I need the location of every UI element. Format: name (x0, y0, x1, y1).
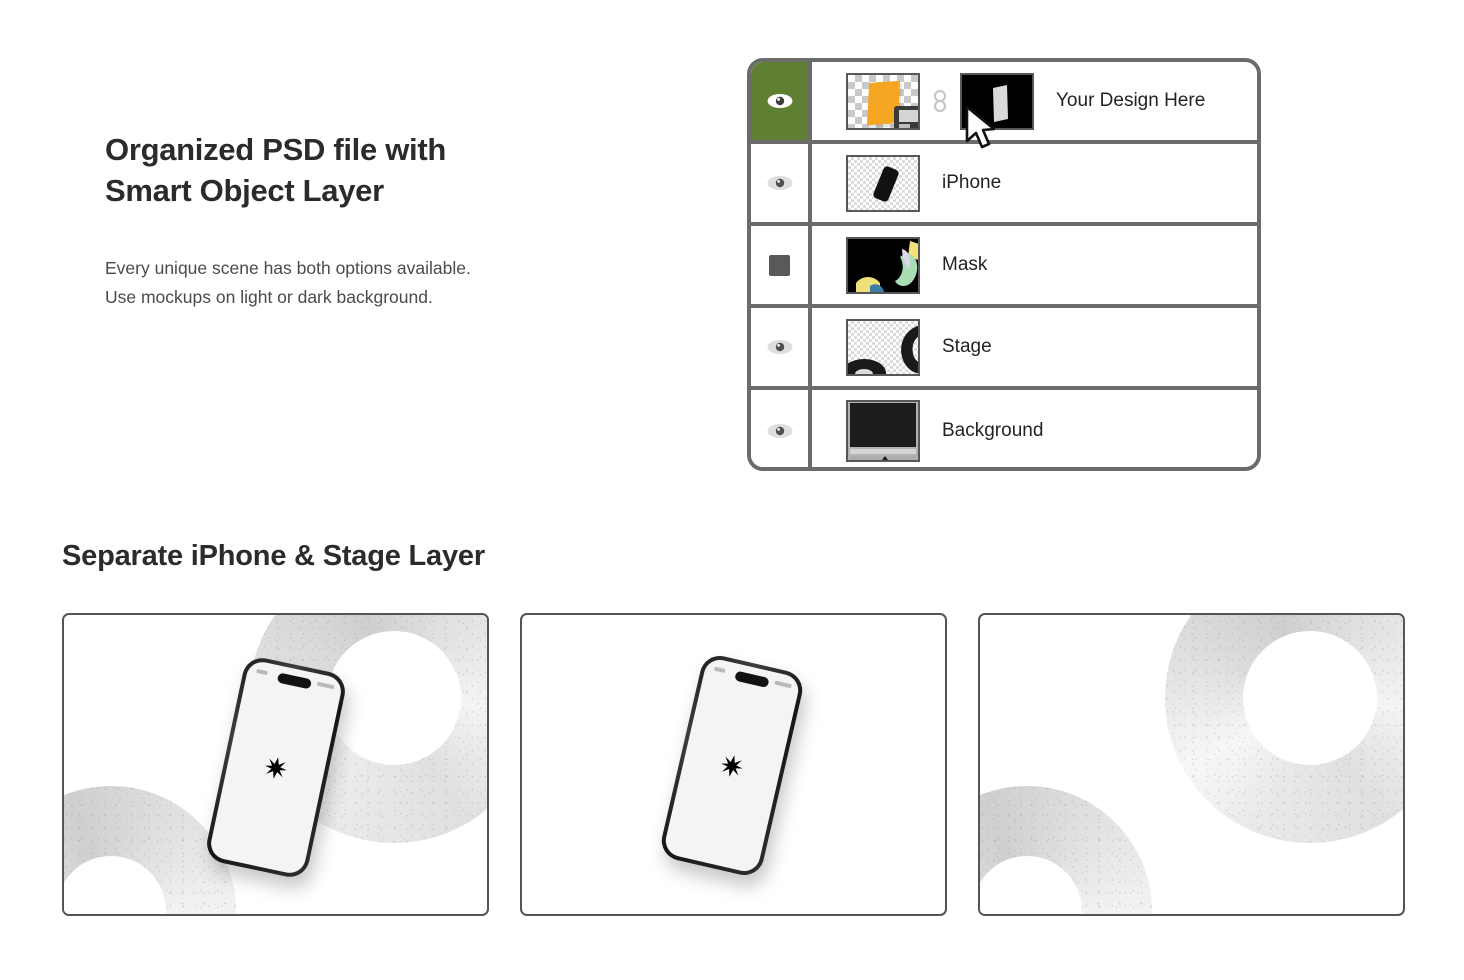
layer-visibility-toggle-background[interactable] (751, 390, 812, 467)
layer-content-mask[interactable]: Mask (812, 226, 1257, 304)
page-title: Organized PSD file with Smart Object Lay… (105, 132, 447, 208)
section-title: Separate iPhone & Stage Layer (62, 540, 485, 572)
eye-icon (767, 424, 792, 438)
layer-visibility-toggle-iphone[interactable] (751, 144, 812, 222)
scene-iphone-and-stage (64, 615, 487, 914)
intro-block: Organized PSD file with Smart Object Lay… (105, 130, 665, 313)
iphone-screen (208, 659, 344, 876)
intro-description: Every unique scene has both options avai… (105, 257, 471, 308)
layer-thumbnail-iphone[interactable] (846, 154, 920, 212)
layer-row[interactable]: iPhone (751, 144, 1257, 226)
layer-thumbnail-stage[interactable] (846, 318, 920, 376)
link-icon[interactable] (930, 88, 950, 114)
preview-card-iphone-only[interactable] (520, 613, 947, 916)
layer-label: Your Design Here (1056, 90, 1206, 111)
layers-panel[interactable]: Your Design Here iPhone Mask Stage Backg… (747, 58, 1261, 471)
dynamic-island-icon (276, 672, 313, 690)
layer-visibility-toggle-stage[interactable] (751, 308, 812, 386)
scene-stage-only (980, 615, 1403, 914)
status-bar-left (713, 666, 726, 673)
page-root: Organized PSD file with Smart Object Lay… (0, 0, 1464, 980)
stage-ring-small (980, 786, 1152, 914)
layer-label: Background (942, 420, 1044, 441)
status-bar-left (256, 668, 268, 676)
eye-icon (767, 340, 792, 354)
preview-card-iphone-and-stage[interactable] (62, 613, 489, 916)
stage-ring-large (1165, 615, 1403, 843)
ring-texture (1165, 615, 1403, 843)
layer-row[interactable]: Mask (751, 226, 1257, 308)
layer-thumbnail-your-design-here[interactable] (846, 72, 920, 130)
preview-card-stage-only[interactable] (978, 613, 1405, 916)
layer-mask-thumbnail-your-design-here[interactable] (960, 72, 1034, 130)
background-shape-icon (848, 402, 918, 460)
scene-iphone-only (522, 615, 945, 914)
layer-content-stage[interactable]: Stage (812, 308, 1257, 386)
layer-row[interactable]: Stage (751, 308, 1257, 390)
mask-shape-icon (962, 74, 1032, 128)
iphone-mockup (657, 651, 807, 880)
layer-content-iphone[interactable]: iPhone (812, 144, 1257, 222)
eye-icon (767, 176, 792, 190)
layer-visibility-toggle-your-design-here[interactable] (751, 62, 812, 140)
color-mask-shape-icon (848, 238, 918, 292)
layer-content-your-design-here[interactable]: Your Design Here (812, 62, 1257, 149)
layer-visibility-toggle-mask[interactable] (751, 226, 812, 304)
layer-label: Stage (942, 336, 992, 357)
asterisk-logo-icon (721, 754, 743, 777)
iphone-screen (662, 656, 802, 875)
eye-icon (767, 94, 792, 108)
iphone-mockup (203, 654, 349, 881)
asterisk-logo-icon (265, 756, 287, 779)
ring-texture (980, 786, 1152, 914)
layer-row[interactable]: Background (751, 390, 1257, 467)
status-bar-right (316, 681, 335, 690)
mask-square-icon (769, 254, 790, 276)
smart-object-badge-icon (894, 105, 918, 128)
layer-row[interactable]: Your Design Here (751, 62, 1257, 149)
dynamic-island-icon (734, 670, 770, 688)
layer-label: iPhone (942, 172, 1002, 193)
layer-thumbnail-background[interactable] (846, 400, 920, 462)
layer-thumbnail-mask[interactable] (846, 236, 920, 294)
layer-content-background[interactable]: Background (812, 390, 1257, 467)
layer-label: Mask (942, 254, 988, 275)
stage-shape-icon (848, 325, 918, 374)
status-bar-right (774, 680, 792, 689)
